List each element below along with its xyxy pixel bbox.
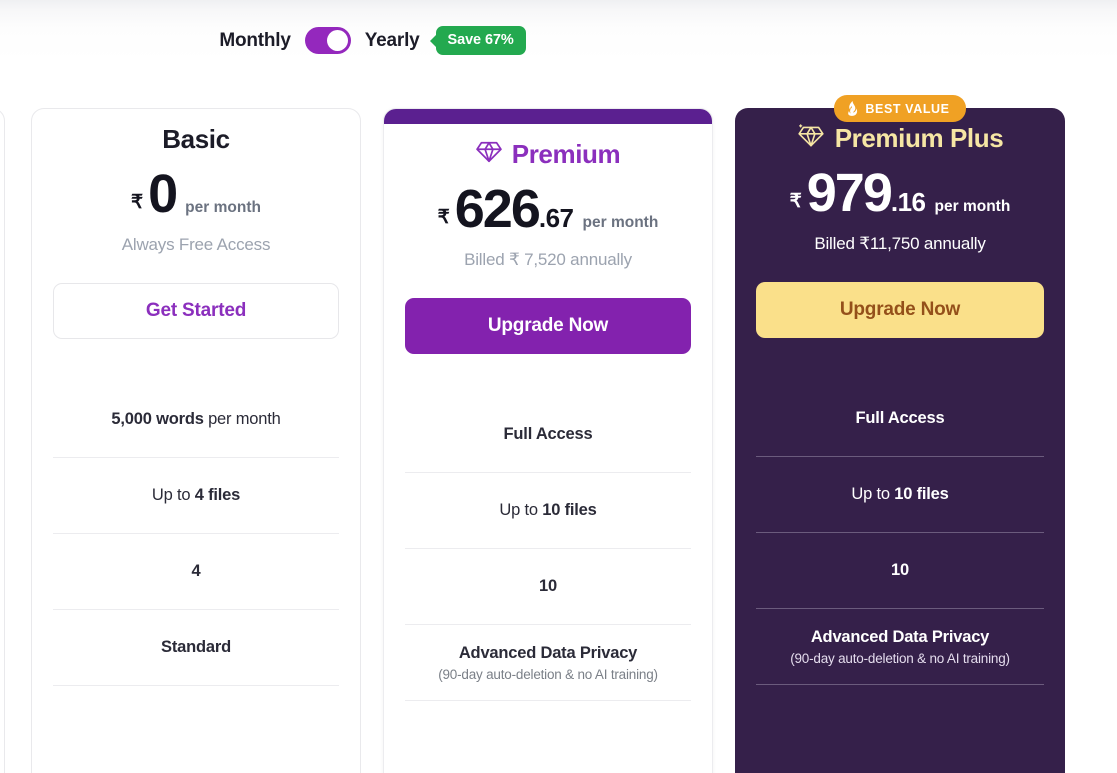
feature-bold: 4: [191, 562, 201, 580]
feature-bold: Full Access: [855, 408, 945, 427]
pricing-page: Monthly Yearly Save 67% Basic ₹ 0 per mo…: [0, 0, 1117, 773]
feature-list-premium: Full Access Up to 10 files 10 Advanced D…: [405, 396, 691, 773]
price-row-premium-plus: ₹ 979 .16 per month: [756, 166, 1044, 228]
feature-row: Up to 10 files: [756, 456, 1044, 532]
feature-main-text: 10: [539, 577, 557, 596]
billing-note-premium: Billed ₹ 7,520 annually: [464, 250, 632, 269]
currency-symbol-basic: ₹: [131, 192, 144, 213]
feature-main-text: 5,000 words per month: [111, 410, 280, 429]
feature-row: Full Access: [405, 396, 691, 472]
save-badge: Save 67%: [435, 26, 526, 55]
feature-main-text: Up to 10 files: [851, 485, 948, 504]
cta-button-premium[interactable]: Upgrade Now: [405, 298, 691, 354]
feature-row: [405, 700, 691, 773]
cta-button-basic[interactable]: Get Started: [53, 283, 339, 339]
feature-prefix: Up to: [499, 501, 543, 519]
feature-row: 10: [405, 548, 691, 624]
feature-bold: 10 files: [542, 501, 597, 519]
plan-title-premium: Premium: [511, 138, 621, 169]
feature-main-text: Advanced Data Privacy: [458, 643, 638, 663]
plan-title-row-basic: Basic: [53, 111, 339, 167]
premium-accent-bar: [384, 109, 712, 124]
feature-sub-text: (90-day auto-deletion & no AI training): [790, 650, 1010, 666]
billing-toggle-switch[interactable]: [304, 27, 351, 54]
pricing-cards: Basic ₹ 0 per month Always Free Access G…: [0, 95, 1117, 773]
feature-main-text: Advanced Data Privacy: [810, 627, 990, 647]
feature-row: 4: [53, 533, 339, 609]
feature-row: [53, 685, 339, 761]
price-period-premium: per month: [582, 214, 659, 231]
plan-card-basic: Basic ₹ 0 per month Always Free Access G…: [31, 108, 361, 773]
feature-bold: 10 files: [894, 485, 949, 503]
feature-main-text: 4: [192, 562, 201, 581]
feature-bold: 10: [891, 561, 909, 579]
price-amount-premium-plus: 979: [806, 163, 893, 223]
billing-note-basic: Always Free Access: [121, 235, 271, 254]
feature-row: Full Access: [756, 380, 1044, 456]
billing-note-premium-plus: Billed ₹11,750 annually: [814, 234, 986, 253]
price-amount-basic: 0: [148, 164, 178, 224]
feature-list-premium-plus: Full Access Up to 10 files 10 Advanced D…: [756, 380, 1044, 760]
offscreen-card-edge: [0, 108, 5, 773]
price-row-premium: ₹ 626 .67 per month: [405, 182, 691, 244]
plan-card-premium: Premium ₹ 626 .67 per month Billed ₹ 7,5…: [383, 108, 713, 773]
feature-row: Standard: [53, 609, 339, 685]
price-period-premium-plus: per month: [934, 198, 1011, 215]
cta-button-premium-plus[interactable]: Upgrade Now: [756, 282, 1044, 338]
plan-title-basic: Basic: [162, 123, 230, 154]
feature-bold: 4 files: [194, 486, 241, 504]
toggle-knob: [326, 30, 348, 51]
diamond-icon: [797, 123, 825, 154]
feature-row: 5,000 words per month: [53, 381, 339, 457]
price-cents-premium-plus: .16: [890, 187, 926, 217]
diamond-icon: [475, 140, 502, 169]
feature-bold: Full Access: [503, 424, 593, 443]
feature-prefix: Up to: [851, 485, 895, 503]
feature-bold: Advanced Data Privacy: [810, 627, 990, 646]
feature-row: Up to 10 files: [405, 472, 691, 548]
feature-bold: 5,000 words: [111, 409, 204, 428]
best-value-badge: BEST VALUE: [834, 95, 966, 122]
feature-row: Up to 4 files: [53, 457, 339, 533]
billing-yearly-label[interactable]: Yearly: [365, 30, 420, 52]
feature-suffix: per month: [203, 409, 281, 428]
billing-period-toggle-row: Monthly Yearly Save 67%: [0, 26, 745, 55]
plan-title-premium-plus: Premium Plus: [834, 122, 1004, 153]
best-value-label: BEST VALUE: [865, 101, 950, 116]
feature-list-basic: 5,000 words per month Up to 4 files 4 St…: [53, 381, 339, 761]
feature-main-text: Full Access: [504, 425, 593, 444]
price-row-basic: ₹ 0 per month: [53, 167, 339, 229]
feature-row: Advanced Data Privacy (90-day auto-delet…: [405, 624, 691, 700]
price-amount-premium: 626: [454, 179, 541, 239]
best-value-badge-wrap: BEST VALUE: [735, 95, 1065, 122]
feature-main-text: Up to 4 files: [152, 486, 240, 505]
feature-prefix: Up to: [151, 486, 195, 504]
price-period-basic: per month: [185, 199, 261, 216]
plan-card-premium-plus: Premium Plus ₹ 979 .16 per month Billed …: [735, 108, 1065, 773]
feature-main-text: Full Access: [856, 409, 945, 428]
feature-row: [756, 684, 1044, 760]
feature-bold: 10: [539, 577, 557, 595]
currency-symbol-premium-plus: ₹: [789, 191, 802, 212]
feature-bold: Standard: [161, 638, 231, 656]
billing-monthly-label[interactable]: Monthly: [219, 30, 291, 52]
feature-main-text: Standard: [161, 638, 231, 657]
feature-bold: Advanced Data Privacy: [458, 643, 638, 662]
price-cents-premium: .67: [538, 203, 574, 233]
flame-icon: [846, 101, 859, 116]
plan-title-row-premium: Premium: [405, 126, 691, 182]
feature-row: Advanced Data Privacy (90-day auto-delet…: [756, 608, 1044, 684]
feature-row: 10: [756, 532, 1044, 608]
currency-symbol-premium: ₹: [437, 207, 450, 228]
feature-main-text: Up to 10 files: [499, 501, 596, 520]
feature-sub-text: (90-day auto-deletion & no AI training): [438, 666, 658, 682]
feature-main-text: 10: [891, 561, 909, 580]
